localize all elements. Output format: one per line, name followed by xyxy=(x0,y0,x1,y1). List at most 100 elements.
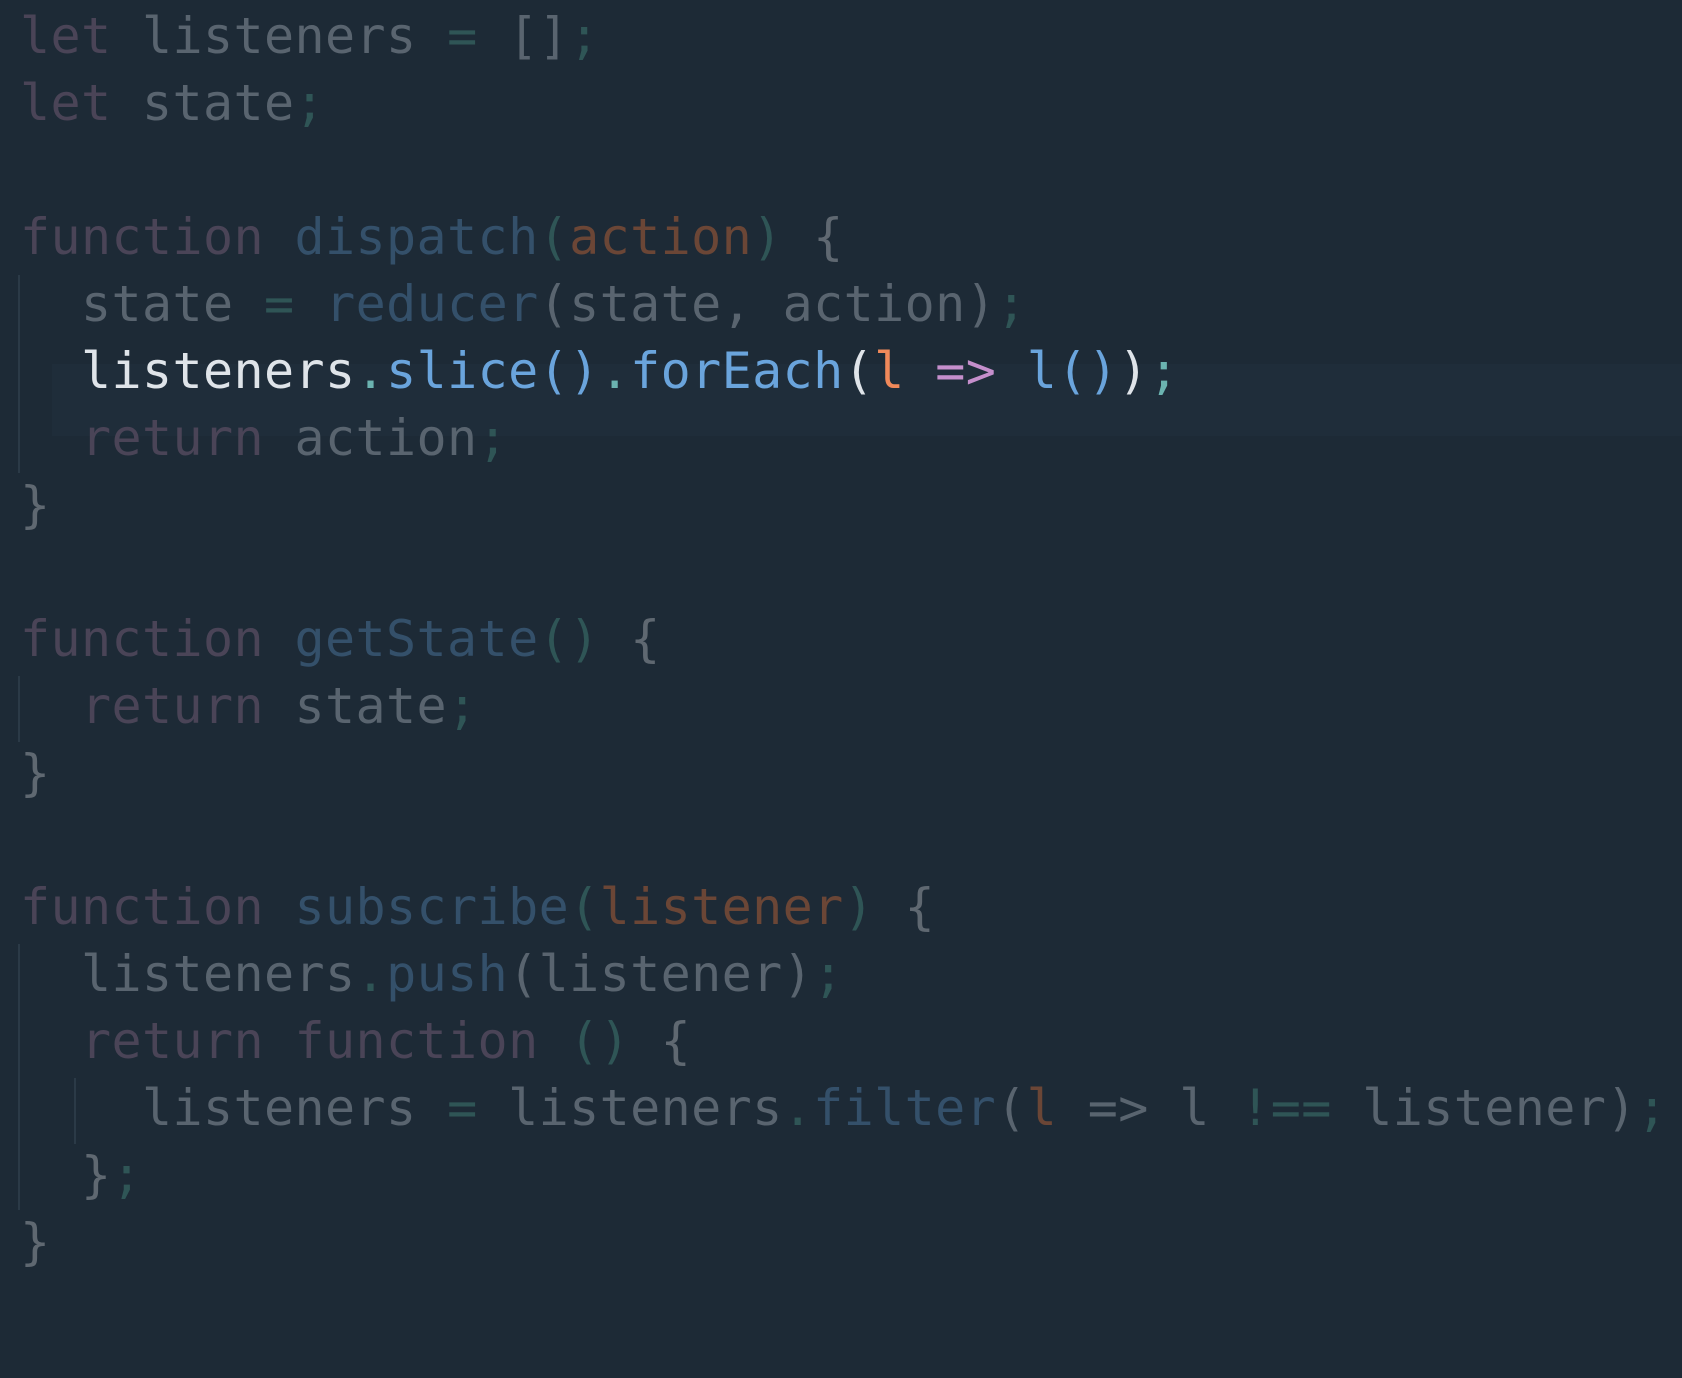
code-editor[interactable]: let listeners = []; let state; function di… xyxy=(0,0,1682,1378)
code-token: => xyxy=(935,342,997,400)
code-line[interactable]: listeners.push(listener); xyxy=(20,938,844,1010)
code-token: forEach xyxy=(630,342,844,400)
code-token: l xyxy=(1026,1079,1058,1137)
code-token: ; xyxy=(111,1146,143,1204)
code-token: l xyxy=(1026,342,1058,400)
code-token: ; xyxy=(569,7,600,65)
code-token: let xyxy=(20,7,112,65)
code-line-active[interactable]: listeners.slice().forEach(l => l()); xyxy=(20,335,1179,407)
code-token: l xyxy=(1179,1079,1210,1137)
code-token: slice xyxy=(386,342,539,400)
code-token: state xyxy=(142,74,295,132)
code-token: listener xyxy=(599,878,844,936)
code-token: . xyxy=(782,1079,814,1137)
code-token: listener xyxy=(1362,1079,1607,1137)
code-token: !== xyxy=(1240,1079,1332,1137)
code-token: { xyxy=(630,610,661,668)
code-token: ) xyxy=(1606,1079,1637,1137)
code-token: () xyxy=(538,610,600,668)
code-token: filter xyxy=(813,1079,997,1137)
code-token: } xyxy=(20,476,51,534)
code-token: () xyxy=(1057,342,1119,400)
code-token: function xyxy=(20,878,265,936)
code-line[interactable]: state = reducer(state, action); xyxy=(20,268,1027,340)
code-token: . xyxy=(599,342,631,400)
code-token: ( xyxy=(508,945,539,1003)
code-line[interactable]: } xyxy=(20,1206,51,1278)
code-line[interactable]: function subscribe(listener) { xyxy=(20,871,935,943)
code-line[interactable]: } xyxy=(20,737,51,809)
code-token: () xyxy=(538,342,600,400)
code-token: [] xyxy=(508,7,570,65)
code-token: function xyxy=(294,1012,539,1070)
code-token: . xyxy=(355,945,387,1003)
code-token: ( xyxy=(996,1079,1027,1137)
code-token: = xyxy=(447,1079,478,1137)
code-line[interactable]: return function () { xyxy=(20,1005,691,1077)
code-token: subscribe xyxy=(294,878,570,936)
code-token: listener xyxy=(538,945,783,1003)
code-token: ( xyxy=(843,342,875,400)
code-line[interactable]: } xyxy=(20,469,51,541)
code-token: listeners xyxy=(81,945,356,1003)
code-token: ; xyxy=(1148,342,1180,400)
code-line[interactable]: function getState() { xyxy=(20,603,661,675)
code-token: { xyxy=(904,878,936,936)
code-token: ; xyxy=(996,275,1027,333)
code-token: => xyxy=(1087,1079,1149,1137)
code-line[interactable]: function dispatch(action) { xyxy=(20,201,844,273)
code-token: state, action xyxy=(569,275,966,333)
code-token: state xyxy=(294,677,448,735)
code-token: ( xyxy=(538,208,570,266)
code-token: { xyxy=(813,208,844,266)
code-token: } xyxy=(20,744,51,802)
code-token: ) xyxy=(782,945,814,1003)
code-token: dispatch xyxy=(294,208,539,266)
code-token: listeners xyxy=(81,342,356,400)
code-token: ) xyxy=(1118,342,1149,400)
code-token: l xyxy=(874,342,905,400)
code-token: getState xyxy=(294,610,539,668)
code-token: ) xyxy=(843,878,875,936)
code-token: function xyxy=(20,610,265,668)
code-line[interactable]: let state; xyxy=(20,67,325,139)
code-token: = xyxy=(447,7,478,65)
code-line[interactable]: return action; xyxy=(20,402,508,474)
code-token: ) xyxy=(965,275,997,333)
code-token: action xyxy=(294,409,478,467)
code-token: listeners xyxy=(142,7,417,65)
code-line[interactable]: listeners = listeners.filter(l => l !== … xyxy=(20,1072,1667,1144)
code-token: . xyxy=(355,342,387,400)
code-token: ; xyxy=(447,677,478,735)
code-line[interactable]: }; xyxy=(20,1139,142,1211)
code-token: return xyxy=(81,409,265,467)
code-token: ( xyxy=(569,878,600,936)
code-line[interactable]: let listeners = []; xyxy=(20,0,600,72)
code-line[interactable]: return state; xyxy=(20,670,478,742)
code-token: listeners xyxy=(508,1079,783,1137)
